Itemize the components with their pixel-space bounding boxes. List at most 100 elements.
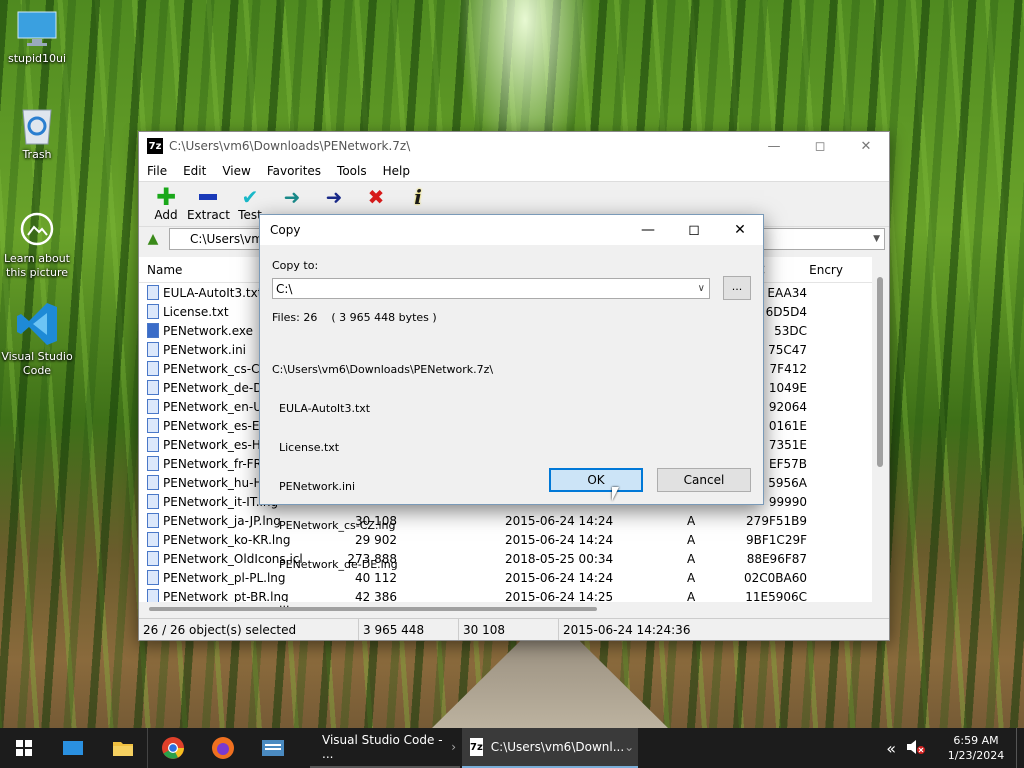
desktop-icon-label: Visual Studio Code [1, 350, 73, 377]
table-row[interactable]: PENetwork_ko-KR.lng 29 902 2015-06-24 14:2… [139, 530, 874, 549]
volume-muted-icon[interactable] [906, 739, 926, 758]
task-7zip[interactable]: 7z C:\Users\vm6\Downl... ⌄ [462, 728, 638, 768]
file-icon [147, 513, 159, 528]
add-button[interactable]: ✚ Add [145, 183, 187, 222]
clock[interactable]: 6:59 AM 1/23/2024 [936, 733, 1016, 763]
maximize-button[interactable]: ◻ [797, 132, 843, 160]
list-item: PENetwork_cs-CZ.lng [272, 519, 396, 532]
close-button[interactable]: ✕ [843, 132, 889, 160]
desktop-icon-learn-about-picture[interactable]: Learn about this picture [0, 208, 77, 280]
copy-arrow-icon: ➜ [283, 185, 301, 209]
file-icon [147, 342, 159, 357]
table-row[interactable]: PENetwork_OldIcons.icl 273 888 2018-05-25 … [139, 549, 874, 568]
column-encrypted[interactable]: Encry [807, 263, 874, 277]
file-name: PENetwork_en-US. [163, 399, 274, 414]
file-name: PENetwork.ini [163, 342, 247, 357]
chevron-down-icon[interactable]: ∨ [698, 283, 705, 294]
minimize-button[interactable]: — [751, 132, 797, 160]
list-item: PENetwork_de-DE.lng [272, 558, 398, 571]
dialog-minimize-button[interactable]: — [625, 215, 671, 245]
keyboard-app-button[interactable] [248, 728, 298, 768]
file-name: PENetwork_pl-PL.lng [163, 570, 286, 585]
chevron-down-icon: ⌄ [624, 740, 635, 754]
ok-button[interactable]: OK [549, 468, 643, 492]
cancel-button[interactable]: Cancel [657, 468, 751, 492]
dialog-titlebar[interactable]: Copy — ◻ ✕ [260, 215, 763, 245]
file-name: EULA-AutoIt3.txt [163, 285, 263, 300]
copy-to-label: Copy to: [272, 259, 319, 272]
delete-button[interactable]: ✖ [355, 185, 397, 209]
chevron-right-icon: › [451, 740, 456, 754]
scrollbar-thumb[interactable] [877, 277, 883, 467]
clock-date: 1/23/2024 [947, 749, 1005, 762]
file-name: PENetwork_ja-JP.lng [163, 513, 281, 528]
desktop-icon-vscode[interactable]: Visual Studio Code [0, 300, 77, 378]
checkmark-icon: ✔ [241, 185, 259, 209]
file-icon [147, 532, 159, 547]
up-folder-icon[interactable]: ▲ [143, 229, 163, 249]
folder-icon [112, 742, 133, 756]
start-button[interactable] [0, 728, 48, 768]
menu-edit[interactable]: Edit [183, 164, 206, 178]
destination-value: C:\ [276, 281, 293, 296]
vertical-scrollbar[interactable] [872, 257, 889, 602]
vscode-icon [15, 300, 59, 348]
list-item: ... [272, 597, 290, 610]
table-row[interactable]: PENetwork_ja-JP.lng 30 108 2015-06-24 14:2… [139, 511, 874, 530]
desktop-icon-label: Trash [22, 148, 52, 161]
file-icon [147, 399, 159, 414]
file-icon [147, 570, 159, 585]
file-icon [147, 551, 159, 566]
show-hidden-icons-icon[interactable]: « [886, 739, 896, 758]
file-name: PENetwork.exe [163, 323, 254, 338]
menu-tools[interactable]: Tools [337, 164, 367, 178]
taskview-button[interactable] [48, 728, 98, 768]
desktop-icon-trash[interactable]: Trash [0, 104, 77, 162]
file-crc: 9BF1C29F [746, 532, 807, 547]
firefox-icon [212, 737, 234, 759]
dialog-close-button[interactable]: ✕ [717, 215, 763, 245]
move-button[interactable]: ➜ [313, 185, 355, 209]
table-row[interactable]: PENetwork_pt-BR.lng 42 386 2015-06-24 14:2… [139, 587, 874, 602]
menu-file[interactable]: File [147, 164, 167, 178]
menu-help[interactable]: Help [383, 164, 410, 178]
info-icon: i [414, 185, 422, 209]
file-attributes: A [687, 532, 696, 547]
horizontal-scrollbar[interactable] [139, 602, 874, 616]
destination-combobox[interactable]: C:\ ∨ [272, 278, 710, 299]
show-desktop-button[interactable] [1016, 728, 1024, 768]
file-attributes: A [687, 570, 696, 585]
extract-label: Extract [187, 208, 230, 222]
monitor-icon [15, 8, 59, 50]
file-name: PENetwork_hu-HU [163, 475, 272, 490]
file-icon [147, 304, 159, 319]
file-crc: 02C0BA60 [744, 570, 807, 585]
window-title: C:\Users\vm6\Downloads\PENetwork.7z\ [169, 139, 411, 153]
window-titlebar[interactable]: 7z C:\Users\vm6\Downloads\PENetwork.7z\ … [139, 132, 889, 160]
file-explorer-button[interactable] [98, 728, 148, 768]
table-row[interactable]: PENetwork_pl-PL.lng 40 112 2015-06-24 14:2… [139, 568, 874, 587]
menu-favorites[interactable]: Favorites [267, 164, 321, 178]
extract-button[interactable]: Extract [187, 186, 230, 222]
file-name: PENetwork_pt-BR.lng [163, 589, 289, 603]
info-button[interactable]: i [397, 185, 439, 209]
firefox-button[interactable] [198, 728, 248, 768]
file-name: PENetwork_es-ES.l [163, 418, 275, 433]
chevron-down-icon[interactable]: ▼ [873, 234, 880, 244]
copy-button[interactable]: ➜ [271, 185, 313, 209]
task-label: Visual Studio Code - ... [322, 733, 443, 761]
menu-bar: File Edit View Favorites Tools Help [139, 160, 889, 182]
dialog-maximize-button[interactable]: ◻ [671, 215, 717, 245]
7zip-icon: 7z [147, 138, 163, 154]
task-vscode[interactable]: Visual Studio Code - ... › [310, 728, 460, 768]
list-item: License.txt [272, 441, 340, 454]
menu-view[interactable]: View [222, 164, 250, 178]
windows-logo-icon [16, 740, 32, 756]
file-crc: 279F51B9 [746, 513, 807, 528]
taskbar: Visual Studio Code - ... › 7z C:\Users\v… [0, 728, 1024, 768]
file-attributes: A [687, 551, 696, 566]
browse-button[interactable]: ... [723, 276, 751, 300]
desktop-icon-stupid10ui[interactable]: stupid10ui [0, 8, 77, 66]
move-arrow-icon: ➜ [325, 185, 343, 209]
chrome-button[interactable] [148, 728, 198, 768]
